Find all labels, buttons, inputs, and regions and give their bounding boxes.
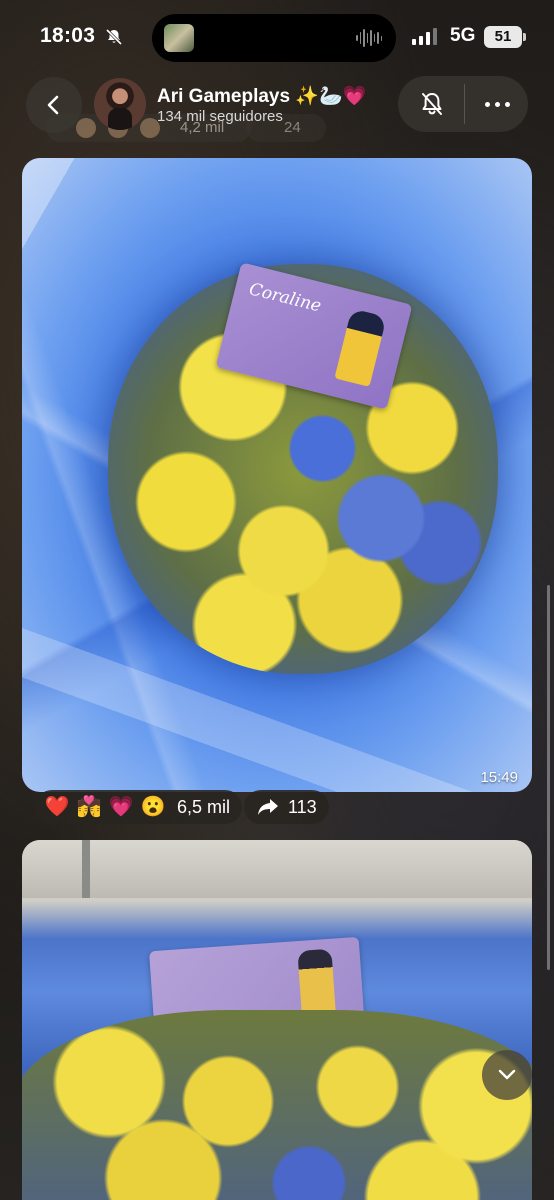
scrollbar[interactable] <box>547 585 550 970</box>
page-name-text: Ari Gameplays <box>157 86 291 107</box>
window-background <box>22 840 532 898</box>
hidden-share-count: 24 <box>284 119 301 136</box>
flower-bouquet-2 <box>22 1010 532 1200</box>
ticket-text: Coraline <box>247 279 324 317</box>
mute-bell-icon <box>105 28 123 46</box>
reactions-pill[interactable]: ❤️ 💏 💗 😮 6,5 mil <box>35 790 243 824</box>
more-options-button[interactable] <box>474 84 520 124</box>
photo-timestamp: 15:49 <box>480 769 518 786</box>
reaction-count: 6,5 mil <box>177 796 231 817</box>
page-name-emojis: ✨🦢💗 <box>295 86 367 107</box>
audio-wave-icon <box>356 27 382 49</box>
notifications-button[interactable] <box>412 84 452 124</box>
coraline-figure <box>297 948 336 1017</box>
chevron-down-icon <box>498 1069 516 1080</box>
back-button[interactable] <box>26 77 82 133</box>
reaction-wow-icon: 😮 <box>140 796 166 818</box>
network-type: 5G <box>450 25 476 46</box>
more-dot-icon <box>494 101 500 107</box>
followers-count: 134 mil seguidores <box>157 108 283 125</box>
battery-indicator: 51 <box>484 26 526 48</box>
reaction-heart-icon: ❤️ <box>44 796 70 818</box>
reaction-kiss-icon: 💏 <box>76 796 102 818</box>
more-dot-icon <box>484 101 490 107</box>
actions-divider <box>464 84 465 124</box>
share-count: 113 <box>288 796 317 817</box>
cellular-signal-icon <box>412 28 437 45</box>
shares-pill[interactable]: 113 <box>244 790 329 824</box>
media-thumbnail <box>164 24 194 52</box>
share-arrow-icon <box>258 799 278 815</box>
status-time: 18:03 <box>40 24 96 47</box>
page-avatar[interactable] <box>94 78 146 130</box>
more-dot-icon <box>504 101 510 107</box>
scroll-down-button[interactable] <box>482 1050 532 1100</box>
reaction-sparkling-heart-icon: 💗 <box>108 796 134 818</box>
page-name[interactable]: Ari Gameplays ✨🦢💗 <box>157 84 366 108</box>
bell-off-icon <box>422 93 442 115</box>
post-photo-2[interactable] <box>22 840 532 1200</box>
coraline-figure <box>334 308 387 387</box>
reaction-heart-icon <box>76 118 96 138</box>
post-photo[interactable]: Coraline 15:49 <box>22 158 532 792</box>
chevron-left-icon <box>47 95 59 115</box>
dynamic-island[interactable] <box>152 14 396 62</box>
